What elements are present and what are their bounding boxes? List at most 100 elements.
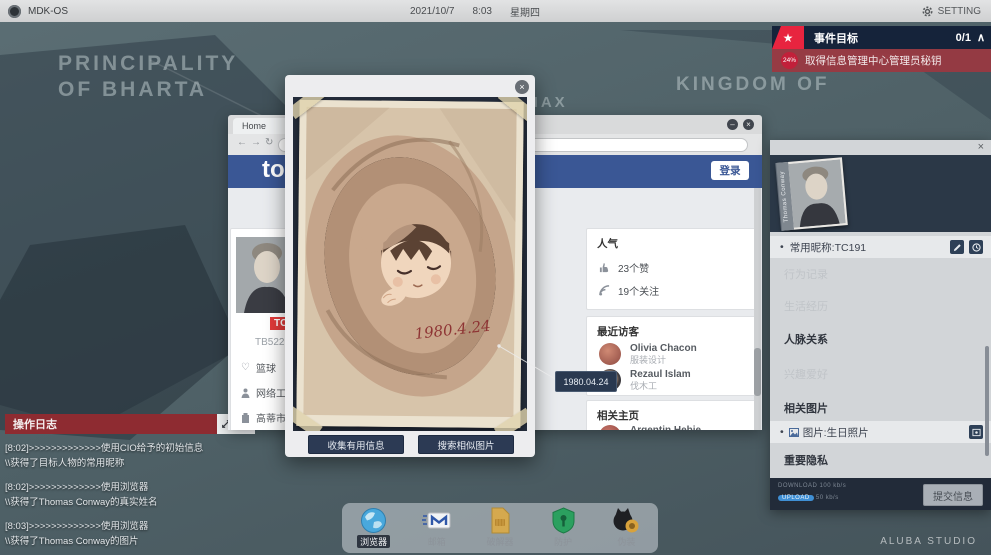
scrollbar[interactable] [754, 188, 761, 430]
person-icon [241, 388, 250, 398]
settings-label: SETTING [938, 6, 981, 17]
date-tooltip: 1980.04.24 [555, 371, 617, 392]
minimize-button[interactable]: – [727, 119, 738, 130]
dock-label: 破解器 [486, 535, 513, 548]
log-title: 操作日志 [13, 416, 57, 432]
photo-viewer-modal: × [285, 75, 535, 457]
studio-credit: ALUBA STUDIO [880, 536, 977, 547]
view-image-button[interactable] [969, 425, 983, 439]
tooltip-date: 1980.04.24 [563, 377, 608, 387]
objectives-header[interactable]: ★ 事件目标 0/1 ∧ [772, 26, 991, 49]
visitor-job: 伐木工 [630, 381, 691, 392]
polaroid-photo: 1980.4.24 [296, 100, 523, 428]
operation-log: 操作日志 展 [8:02]>>>>>>>>>>>>>使用CIO给予的初始信息 \… [5, 414, 217, 549]
taskbar-dock: 浏览器 邮箱 破解器 防护 伪装 [342, 503, 658, 553]
close-icon[interactable]: × [978, 141, 984, 153]
follows-row: 19个关注 [599, 283, 659, 298]
related-name: Argentin Hebie [630, 425, 701, 430]
system-topbar: MDK-OS 2021/10/7 8:03 星期四 SETTING [0, 0, 991, 22]
log-entry-result: \\获得了Thomas Conway的真实姓名 [5, 495, 217, 510]
avatar [599, 425, 621, 430]
objective-text: 取得信息管理中心管理员秘钥 [805, 53, 942, 68]
close-button[interactable]: × [743, 119, 754, 130]
profile-city[interactable]: 高蒂市 [241, 410, 286, 425]
related-row[interactable]: Argentin Hebie 出纳员 [599, 425, 701, 430]
panel-scrollbar[interactable] [985, 236, 989, 474]
nickname-row[interactable]: • 常用昵称:TC191 [770, 236, 991, 258]
browser-icon [360, 507, 387, 534]
likes-count: 23个赞 [618, 260, 649, 275]
profile-interest[interactable]: ♡ 篮球 [241, 360, 276, 375]
download-label: DOWNLOAD [778, 483, 817, 489]
network-status-bar: DOWNLOAD 100 kb/s UPLOAD 50 kb/s 提交信息 [770, 478, 991, 510]
gear-icon [922, 6, 933, 17]
tab-label: Home [242, 121, 266, 131]
download-speed: 100 kb/s [820, 483, 847, 489]
login-button[interactable]: 登录 [711, 161, 749, 180]
edit-icon-button[interactable] [950, 240, 964, 254]
dock-label: 浏览器 [357, 535, 390, 548]
refresh-icon[interactable]: ↻ [265, 137, 273, 148]
likes-row: 23个赞 [599, 260, 649, 275]
mask-icon [612, 507, 640, 534]
dock-label: 防护 [554, 535, 572, 548]
popularity-card: 人气 23个赞 19个关注 [586, 228, 756, 310]
objectives-progress: 0/1 [956, 32, 971, 44]
visitor-name: Rezaul Islam [630, 369, 691, 381]
visitor-row[interactable]: Olivia Chacon 服装设计 [599, 343, 697, 366]
feed-icon [599, 285, 610, 296]
objectives-panel: ★ 事件目标 0/1 ∧ 24% 取得信息管理中心管理员秘钥 [772, 26, 991, 72]
dock-item-mail[interactable]: 邮箱 [411, 507, 463, 548]
visitors-title: 最近访客 [587, 317, 755, 339]
close-icon[interactable]: × [515, 80, 529, 94]
interest-label: 篮球 [256, 360, 276, 375]
related-card: 相关主页 Argentin Hebie 出纳员 Karabo Krb 大学教授 [586, 400, 756, 430]
objectives-title: 事件目标 [814, 30, 858, 46]
collect-info-button[interactable]: 收集有用信息 [308, 435, 404, 454]
collapse-icon[interactable]: ∧ [977, 31, 985, 44]
search-similar-button[interactable]: 搜索相似图片 [418, 435, 514, 454]
thumbs-up-icon [599, 262, 610, 273]
avatar [599, 343, 621, 365]
objective-percent-badge: 24% [781, 52, 798, 69]
dock-label: 邮箱 [428, 535, 446, 548]
log-entry-action: [8:02]>>>>>>>>>>>>>使用CIO给予的初始信息 [5, 441, 217, 456]
visitor-job: 服装设计 [630, 355, 697, 366]
forward-icon[interactable]: → [251, 137, 261, 148]
mail-icon [422, 507, 452, 534]
section-images: 相关图片 [784, 400, 828, 416]
image-item-row[interactable]: • 图片:生日照片 [770, 421, 991, 443]
building-icon [241, 413, 250, 423]
site-logo: to [262, 156, 285, 184]
scrollbar-thumb[interactable] [754, 348, 761, 396]
photo-file-icon [789, 428, 799, 437]
history-icon-button[interactable] [969, 240, 983, 254]
city-label: 高蒂市 [256, 410, 286, 425]
dock-item-browser[interactable]: 浏览器 [348, 507, 400, 548]
panel-scrollbar-thumb[interactable] [985, 346, 989, 456]
log-entry-action: [8:03]>>>>>>>>>>>>>使用浏览器 [5, 519, 217, 534]
system-time: 8:03 [473, 6, 492, 17]
log-entry-result: \\获得了Thomas Conway的图片 [5, 534, 217, 549]
sim-card-icon [488, 507, 512, 534]
popularity-title: 人气 [587, 229, 755, 251]
target-profile-panel: × Thomas Conway • 常用昵称:TC191 行为记录 生活经历 人… [770, 140, 991, 510]
submit-info-button[interactable]: 提交信息 [923, 484, 983, 506]
upload-speed: 50 kb/s [816, 495, 839, 501]
nickname-value: 常用昵称:TC191 [790, 240, 866, 255]
dock-item-protection[interactable]: 防护 [537, 507, 589, 548]
settings-button[interactable]: SETTING [922, 0, 981, 22]
system-weekday: 星期四 [510, 4, 540, 19]
section-hobby: 兴趣爱好 [784, 366, 828, 382]
section-behavior: 行为记录 [784, 266, 828, 282]
os-name: MDK-OS [28, 6, 68, 17]
section-life: 生活经历 [784, 298, 828, 314]
log-header[interactable]: 操作日志 [5, 414, 217, 434]
target-photo[interactable]: Thomas Conway [776, 157, 848, 230]
back-icon[interactable]: ← [237, 137, 247, 148]
clock-area: 2021/10/7 8:03 星期四 [410, 0, 540, 22]
objective-item[interactable]: 24% 取得信息管理中心管理员秘钥 [772, 49, 991, 72]
dock-item-disguise[interactable]: 伪装 [600, 507, 652, 548]
dock-item-cracker[interactable]: 破解器 [474, 507, 526, 548]
visitor-name: Olivia Chacon [630, 343, 697, 355]
